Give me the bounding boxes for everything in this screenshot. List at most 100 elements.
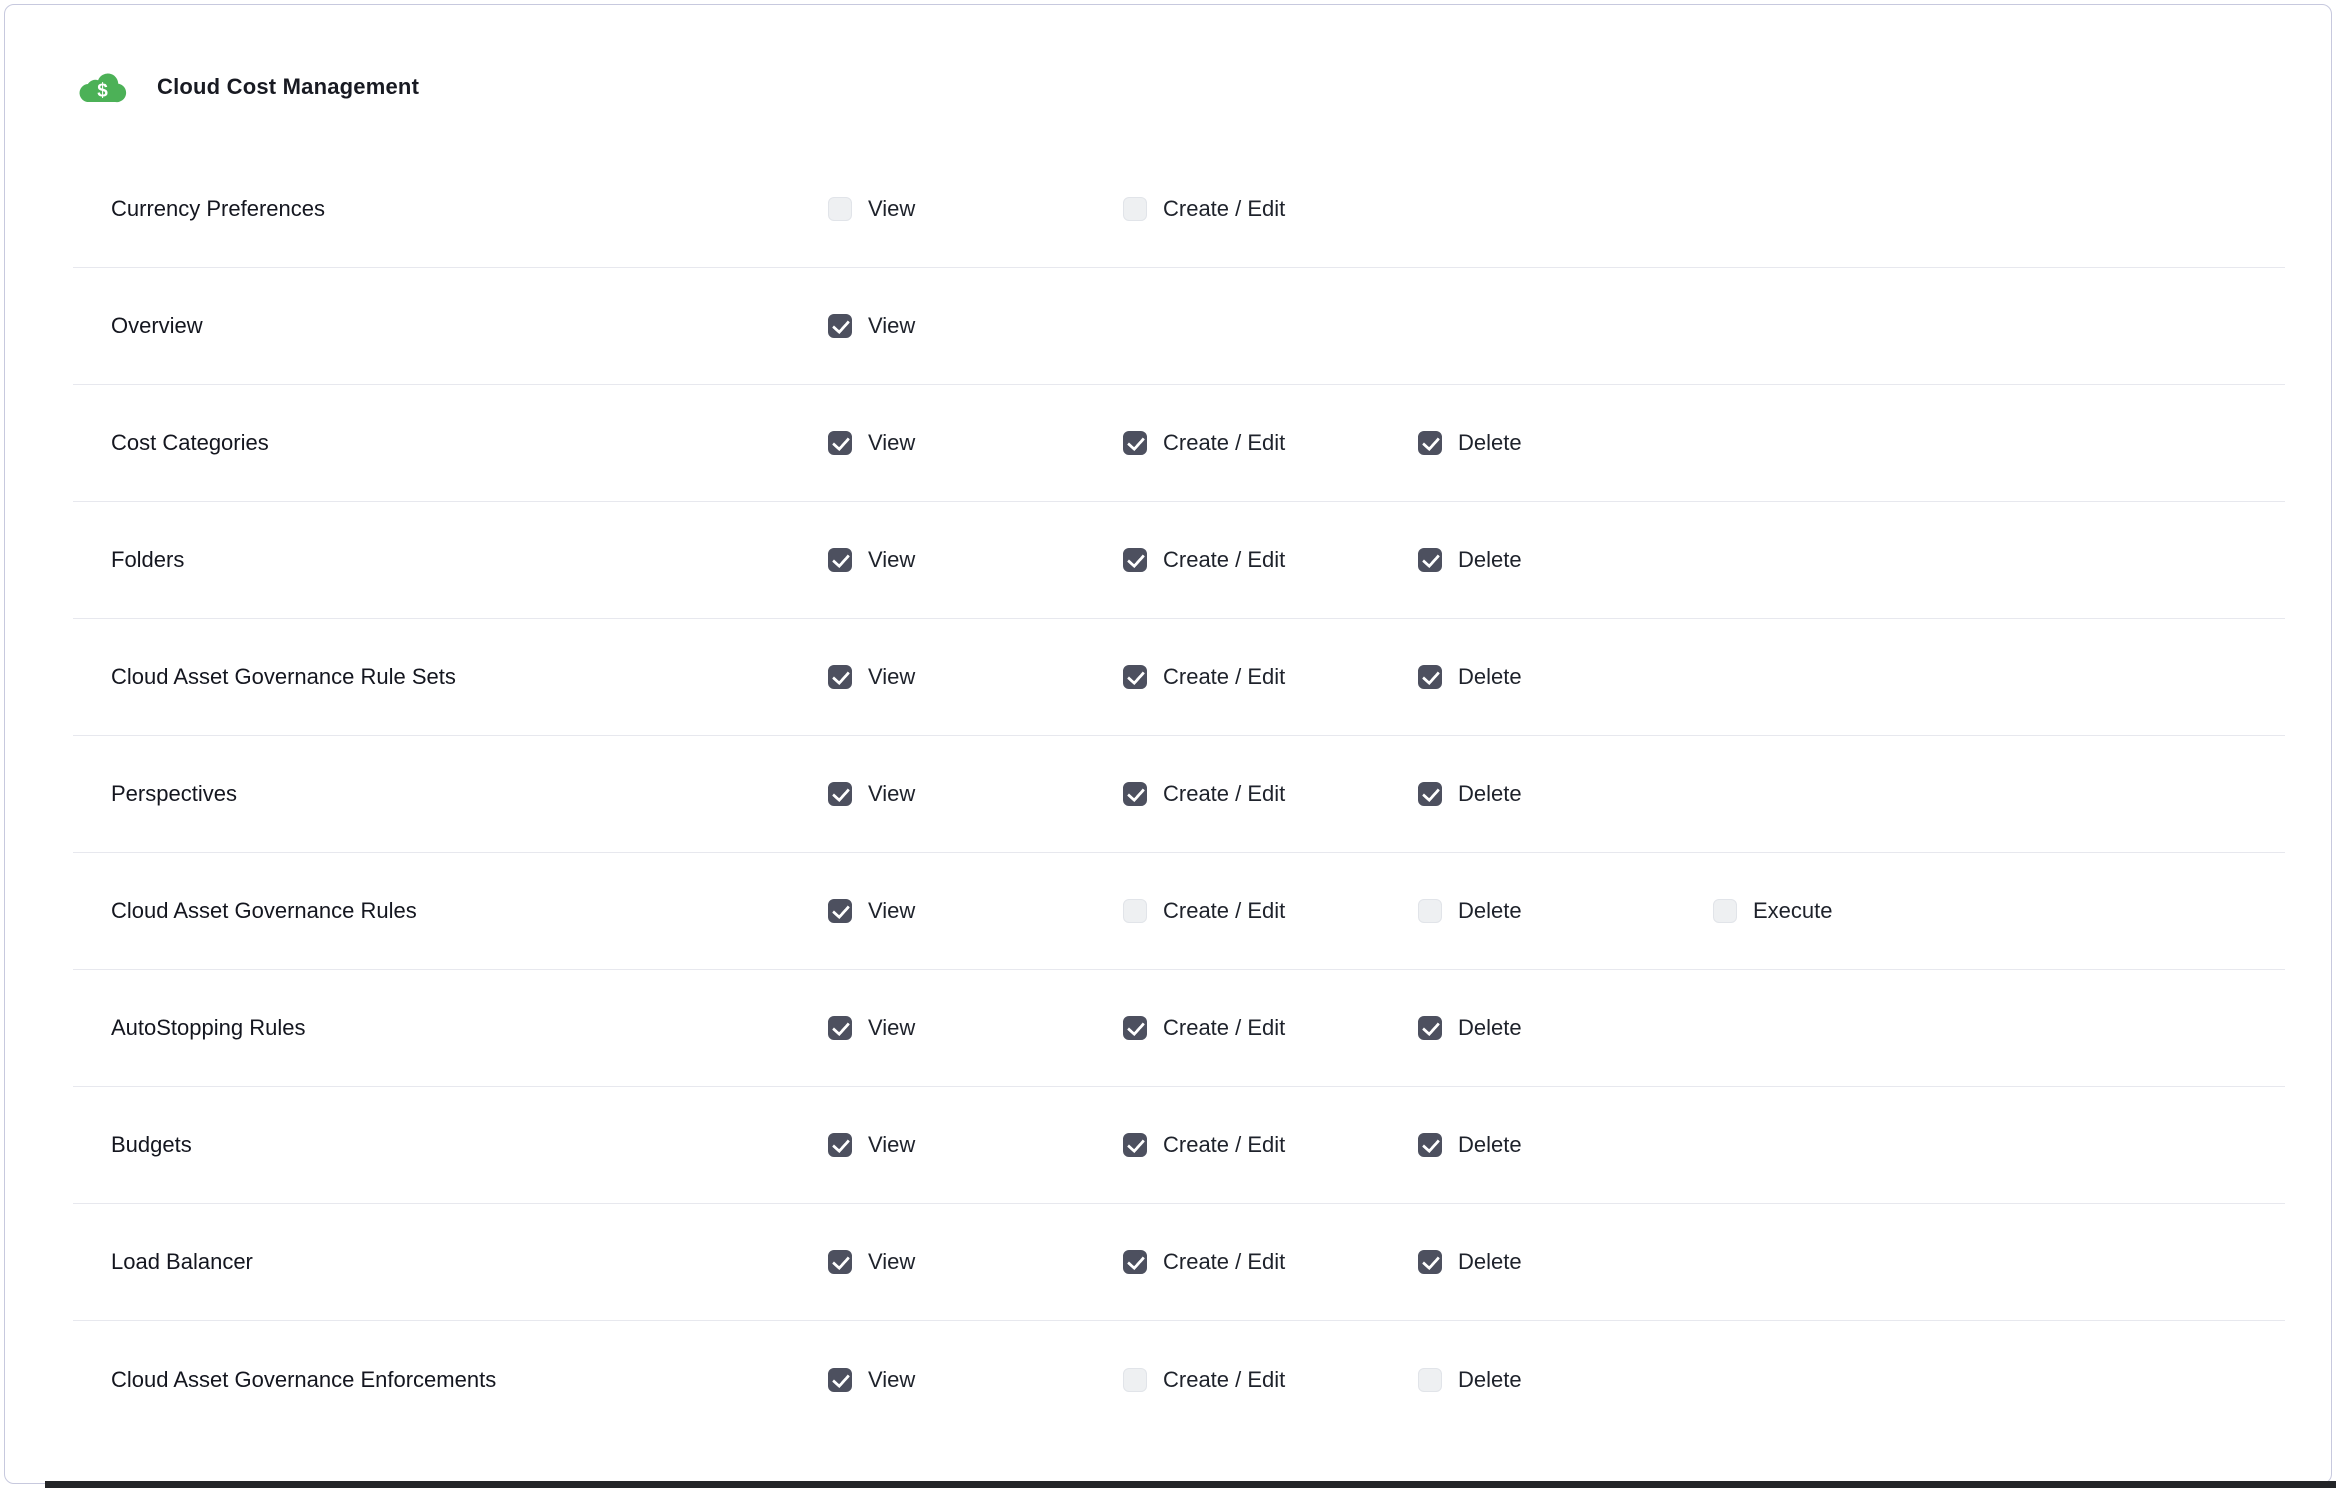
permission-checkbox[interactable] [1418, 431, 1442, 455]
permission-row: Folders View Create / Edit Delete [73, 502, 2285, 619]
permission-cell: View [828, 781, 1123, 807]
permission-cell: Delete [1418, 547, 1713, 573]
permission-cell: Create / Edit [1123, 430, 1418, 456]
permission-checkbox[interactable] [1123, 548, 1147, 572]
permission-checkbox[interactable] [828, 431, 852, 455]
permission-cell: Delete [1418, 1132, 1713, 1158]
row-label: Perspectives [111, 781, 828, 807]
permission-cell: View [828, 430, 1123, 456]
row-label: Budgets [111, 1132, 828, 1158]
svg-text:$: $ [97, 81, 108, 102]
permission-label: View [868, 1367, 915, 1393]
permission-checkbox[interactable] [1123, 197, 1147, 221]
permission-checkbox[interactable] [1123, 1016, 1147, 1040]
row-label: Folders [111, 547, 828, 573]
permission-label: Create / Edit [1163, 781, 1285, 807]
permission-row: Budgets ViewCreate / Edit Delete [73, 1087, 2285, 1204]
permission-checkbox[interactable] [1713, 899, 1737, 923]
permission-checkbox[interactable] [1418, 899, 1442, 923]
permission-cell: Create / Edit [1123, 664, 1418, 690]
permission-cell: Execute [1713, 898, 2285, 924]
permission-cell: Create / Edit [1123, 196, 1418, 222]
permission-checkbox[interactable] [1123, 1368, 1147, 1392]
permission-cell: Delete [1418, 1367, 1713, 1393]
permission-label: View [868, 664, 915, 690]
permission-label: View [868, 781, 915, 807]
row-label: Overview [111, 313, 828, 339]
permission-checkbox[interactable] [1418, 1368, 1442, 1392]
permission-label: Delete [1458, 898, 1522, 924]
permission-checkbox[interactable] [1418, 1016, 1442, 1040]
permission-row: AutoStopping Rules ViewCreate / EditDele… [73, 970, 2285, 1087]
permission-cell: Delete [1418, 898, 1713, 924]
permission-checkbox[interactable] [1123, 782, 1147, 806]
permission-label: Create / Edit [1163, 430, 1285, 456]
permission-cell: Delete [1418, 1015, 1713, 1041]
permission-cell: View [828, 313, 1123, 339]
permission-label: Delete [1458, 781, 1522, 807]
permission-cell: Create / Edit [1123, 781, 1418, 807]
page-title: Cloud Cost Management [157, 74, 419, 100]
permission-cell: Delete [1418, 781, 1713, 807]
permission-label: Create / Edit [1163, 1367, 1285, 1393]
permission-cell: View [828, 1367, 1123, 1393]
permission-cell: Create / Edit [1123, 1249, 1418, 1275]
permission-label: View [868, 547, 915, 573]
permission-label: View [868, 313, 915, 339]
permission-checkbox[interactable] [1418, 1133, 1442, 1157]
permission-row: Load Balancer ViewCreate / EditDelete [73, 1204, 2285, 1321]
permission-label: Create / Edit [1163, 547, 1285, 573]
permission-checkbox[interactable] [828, 1016, 852, 1040]
permission-row: Cloud Asset Governance Rules ViewCreate … [73, 853, 2285, 970]
permission-cell: View [828, 1015, 1123, 1041]
cloud-cost-management-card: $ Cloud Cost Management Currency Prefere… [4, 4, 2332, 1484]
permission-cell: Create / Edit [1123, 1367, 1418, 1393]
permission-cell: View [828, 547, 1123, 573]
permission-label: Delete [1458, 1132, 1522, 1158]
row-label: Currency Preferences [111, 196, 828, 222]
permission-cell: Delete [1418, 664, 1713, 690]
permission-cell: Delete [1418, 1249, 1713, 1275]
permission-checkbox[interactable] [828, 1368, 852, 1392]
permission-row: Perspectives View Create / Edit Delete [73, 736, 2285, 853]
permission-checkbox[interactable] [1123, 899, 1147, 923]
permission-checkbox[interactable] [1418, 665, 1442, 689]
permission-checkbox[interactable] [1418, 1250, 1442, 1274]
permission-checkbox[interactable] [828, 665, 852, 689]
permission-cell: Create / Edit [1123, 1132, 1418, 1158]
permission-checkbox[interactable] [1123, 665, 1147, 689]
permission-checkbox[interactable] [1123, 431, 1147, 455]
permission-label: View [868, 1249, 915, 1275]
permission-label: Execute [1753, 898, 1833, 924]
permission-label: Create / Edit [1163, 664, 1285, 690]
permission-cell: Delete [1418, 430, 1713, 456]
bottom-window-edge [45, 1481, 2336, 1488]
permission-checkbox[interactable] [828, 197, 852, 221]
permission-checkbox[interactable] [828, 1250, 852, 1274]
row-label: Cloud Asset Governance Rule Sets [111, 664, 828, 690]
permission-label: Delete [1458, 430, 1522, 456]
permission-checkbox[interactable] [828, 548, 852, 572]
permission-label: Delete [1458, 547, 1522, 573]
permission-label: Delete [1458, 1015, 1522, 1041]
permission-cell: Create / Edit [1123, 898, 1418, 924]
row-label: Cost Categories [111, 430, 828, 456]
permission-checkbox[interactable] [1418, 782, 1442, 806]
permission-checkbox[interactable] [828, 782, 852, 806]
permission-cell: View [828, 196, 1123, 222]
permission-label: Delete [1458, 664, 1522, 690]
permission-row: Cost Categories View Create / Edit Delete [73, 385, 2285, 502]
permission-checkbox[interactable] [828, 1133, 852, 1157]
permission-rows: Currency Preferences ViewCreate / Edit O… [73, 151, 2285, 1438]
permission-cell: View [828, 1249, 1123, 1275]
permission-row: Cloud Asset Governance Enforcements View… [73, 1321, 2285, 1438]
permission-checkbox[interactable] [1418, 548, 1442, 572]
permission-checkbox[interactable] [1123, 1133, 1147, 1157]
permission-checkbox[interactable] [828, 314, 852, 338]
permission-checkbox[interactable] [1123, 1250, 1147, 1274]
permission-cell: View [828, 664, 1123, 690]
permission-cell: View [828, 1132, 1123, 1158]
row-label: Cloud Asset Governance Rules [111, 898, 828, 924]
permission-checkbox[interactable] [828, 899, 852, 923]
permission-cell: Create / Edit [1123, 1015, 1418, 1041]
